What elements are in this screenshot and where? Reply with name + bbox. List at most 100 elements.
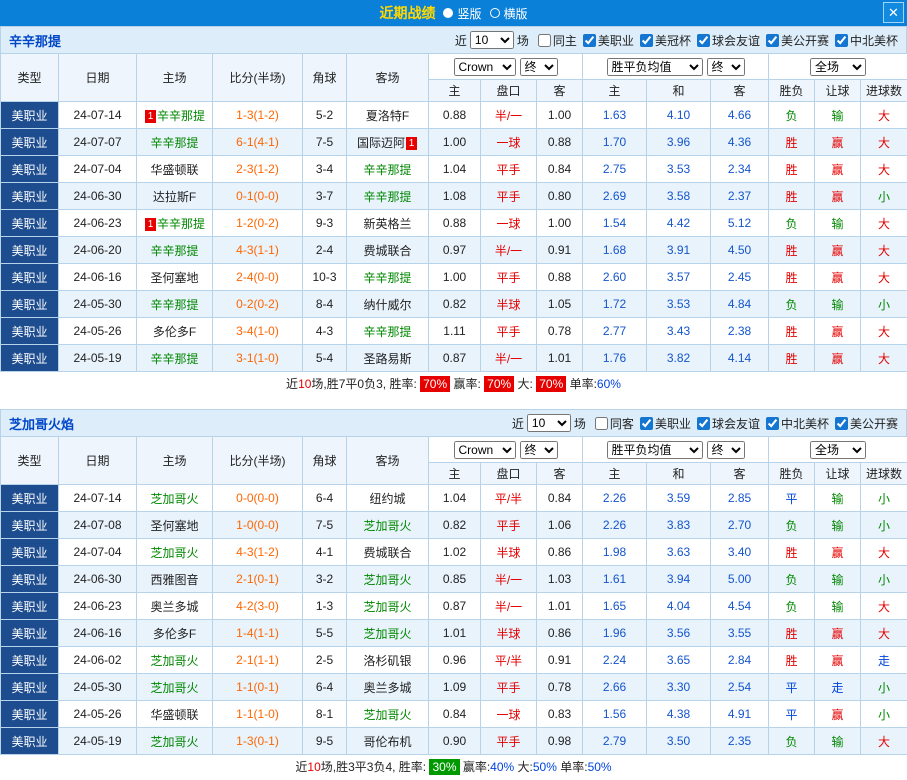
league-filter-checkbox[interactable]: 球会友谊 bbox=[691, 415, 760, 432]
away-team-cell: 费城联合 bbox=[347, 539, 429, 566]
close-button[interactable]: ✕ bbox=[883, 2, 904, 23]
odds-company-select[interactable]: Crown bbox=[454, 58, 516, 76]
radio-selected-icon bbox=[443, 8, 453, 18]
scope-select[interactable]: 全场 bbox=[810, 58, 866, 76]
summary-segment: 50% bbox=[588, 760, 612, 774]
avg-home-cell: 2.79 bbox=[583, 728, 647, 755]
league-filter-checkbox[interactable]: 美职业 bbox=[634, 415, 691, 432]
home-team-name: 多伦多F bbox=[153, 627, 196, 641]
corners-cell: 4-1 bbox=[303, 539, 347, 566]
home-team-name: 芝加哥火 bbox=[150, 654, 198, 668]
checkbox-input[interactable] bbox=[766, 34, 779, 47]
score-cell: 4-3(1-1) bbox=[213, 237, 303, 264]
corners-cell: 10-3 bbox=[303, 264, 347, 291]
layout-option-horizontal[interactable]: 横版 bbox=[490, 5, 528, 22]
league-filter-checkbox[interactable]: 球会友谊 bbox=[691, 32, 760, 49]
team-name-link[interactable]: 芝加哥火焰 bbox=[9, 414, 74, 433]
section-controls: 近 10 场 同客美职业球会友谊中北美杯美公开赛 bbox=[509, 414, 898, 432]
recent-count-select[interactable]: 10 bbox=[527, 414, 571, 432]
home-team-name: 圣何塞地 bbox=[150, 519, 198, 533]
league-filter-checkbox[interactable]: 中北美杯 bbox=[760, 415, 829, 432]
handicap-line-cell: 平手 bbox=[481, 728, 537, 755]
handicap-line-cell: 平手 bbox=[481, 512, 537, 539]
away-team-name: 洛杉矶银 bbox=[363, 654, 411, 668]
goals-result-cell: 大 bbox=[861, 129, 907, 156]
score-cell: 1-3(1-2) bbox=[213, 102, 303, 129]
column-header: 日期 bbox=[59, 437, 137, 485]
layout-option-vertical[interactable]: 竖版 bbox=[443, 5, 481, 22]
layout-option-vertical-label: 竖版 bbox=[457, 5, 481, 22]
goals-result-cell: 走 bbox=[861, 647, 907, 674]
league-filter-checkbox[interactable]: 同客 bbox=[589, 415, 634, 432]
recent-prefix-label: 近 bbox=[455, 32, 467, 49]
checkbox-input[interactable] bbox=[697, 417, 710, 430]
avg-type-select[interactable]: 胜平负均值 bbox=[607, 58, 703, 76]
checkbox-input[interactable] bbox=[835, 34, 848, 47]
goals-result-cell: 大 bbox=[861, 156, 907, 183]
wdl-result-cell: 负 bbox=[769, 593, 815, 620]
summary-line: 近10场,胜3平3负4, 胜率: 30% 赢率:40% 大:50% 单率:50% bbox=[0, 755, 907, 780]
league-cell: 美职业 bbox=[1, 291, 59, 318]
checkbox-input[interactable] bbox=[640, 34, 653, 47]
checkbox-input[interactable] bbox=[697, 34, 710, 47]
team-name-link[interactable]: 辛辛那提 bbox=[9, 31, 61, 50]
home-team-cell: 多伦多F bbox=[137, 318, 213, 345]
league-filter-checkbox[interactable]: 同主 bbox=[532, 32, 577, 49]
league-cell: 美职业 bbox=[1, 318, 59, 345]
away-team-name: 芝加哥火 bbox=[363, 627, 411, 641]
checkbox-input[interactable] bbox=[766, 417, 779, 430]
league-filter-checkbox[interactable]: 美职业 bbox=[577, 32, 634, 49]
column-header: 日期 bbox=[59, 54, 137, 102]
checkbox-input[interactable] bbox=[538, 34, 551, 47]
wdl-result-cell: 胜 bbox=[769, 129, 815, 156]
avg-type-select[interactable]: 胜平负均值 bbox=[607, 441, 703, 459]
league-cell: 美职业 bbox=[1, 345, 59, 372]
avg-home-cell: 1.54 bbox=[583, 210, 647, 237]
league-filter-label: 中北美杯 bbox=[781, 415, 829, 432]
corners-cell: 7-5 bbox=[303, 512, 347, 539]
away-odds-cell: 0.84 bbox=[537, 485, 583, 512]
corners-cell: 6-4 bbox=[303, 485, 347, 512]
wdl-result-cell: 胜 bbox=[769, 345, 815, 372]
header-row-selects: 类型日期主场比分(半场)角球客场Crown终胜平负均值终全场 bbox=[1, 54, 907, 80]
league-cell: 美职业 bbox=[1, 647, 59, 674]
date-cell: 24-06-16 bbox=[59, 264, 137, 291]
handicap-result-cell: 赢 bbox=[815, 129, 861, 156]
avg-time-select[interactable]: 终 bbox=[707, 58, 745, 76]
odds-company-select[interactable]: Crown bbox=[454, 441, 516, 459]
checkbox-input[interactable] bbox=[595, 417, 608, 430]
avg-draw-cell: 3.83 bbox=[647, 512, 711, 539]
league-filter-checkbox[interactable]: 中北美杯 bbox=[829, 32, 898, 49]
avg-time-select[interactable]: 终 bbox=[707, 441, 745, 459]
scope-select[interactable]: 全场 bbox=[810, 441, 866, 459]
recent-count-select[interactable]: 10 bbox=[470, 31, 514, 49]
avg-odds-group: 胜平负均值终 bbox=[583, 54, 769, 80]
league-filter-checkbox[interactable]: 美冠杯 bbox=[634, 32, 691, 49]
avg-draw-cell: 3.43 bbox=[647, 318, 711, 345]
goals-result-cell: 小 bbox=[861, 701, 907, 728]
checkbox-input[interactable] bbox=[835, 417, 848, 430]
wdl-result-cell: 平 bbox=[769, 674, 815, 701]
wdl-result-cell: 平 bbox=[769, 485, 815, 512]
odds-time-select[interactable]: 终 bbox=[520, 58, 558, 76]
home-team-name: 辛辛那提 bbox=[157, 217, 205, 231]
handicap-result-cell: 输 bbox=[815, 102, 861, 129]
league-cell: 美职业 bbox=[1, 674, 59, 701]
handicap-line-cell: 平/半 bbox=[481, 647, 537, 674]
away-team-cell: 新英格兰 bbox=[347, 210, 429, 237]
away-team-name: 费城联合 bbox=[363, 244, 411, 258]
home-team-cell: 1辛辛那提 bbox=[137, 210, 213, 237]
checkbox-input[interactable] bbox=[583, 34, 596, 47]
corners-cell: 4-3 bbox=[303, 318, 347, 345]
handicap-line-cell: 一球 bbox=[481, 701, 537, 728]
match-row: 美职业24-07-141辛辛那提1-3(1-2)5-2夏洛特F0.88半/一1.… bbox=[1, 102, 907, 129]
odds-time-select[interactable]: 终 bbox=[520, 441, 558, 459]
away-team-name: 国际迈阿 bbox=[357, 136, 405, 150]
league-filter-checkbox[interactable]: 美公开赛 bbox=[829, 415, 898, 432]
away-team-name: 费城联合 bbox=[363, 546, 411, 560]
league-filter-checkbox[interactable]: 美公开赛 bbox=[760, 32, 829, 49]
league-cell: 美职业 bbox=[1, 129, 59, 156]
header-row-selects: 类型日期主场比分(半场)角球客场Crown终胜平负均值终全场 bbox=[1, 437, 907, 463]
checkbox-input[interactable] bbox=[640, 417, 653, 430]
away-team-name: 纳什威尔 bbox=[363, 298, 411, 312]
